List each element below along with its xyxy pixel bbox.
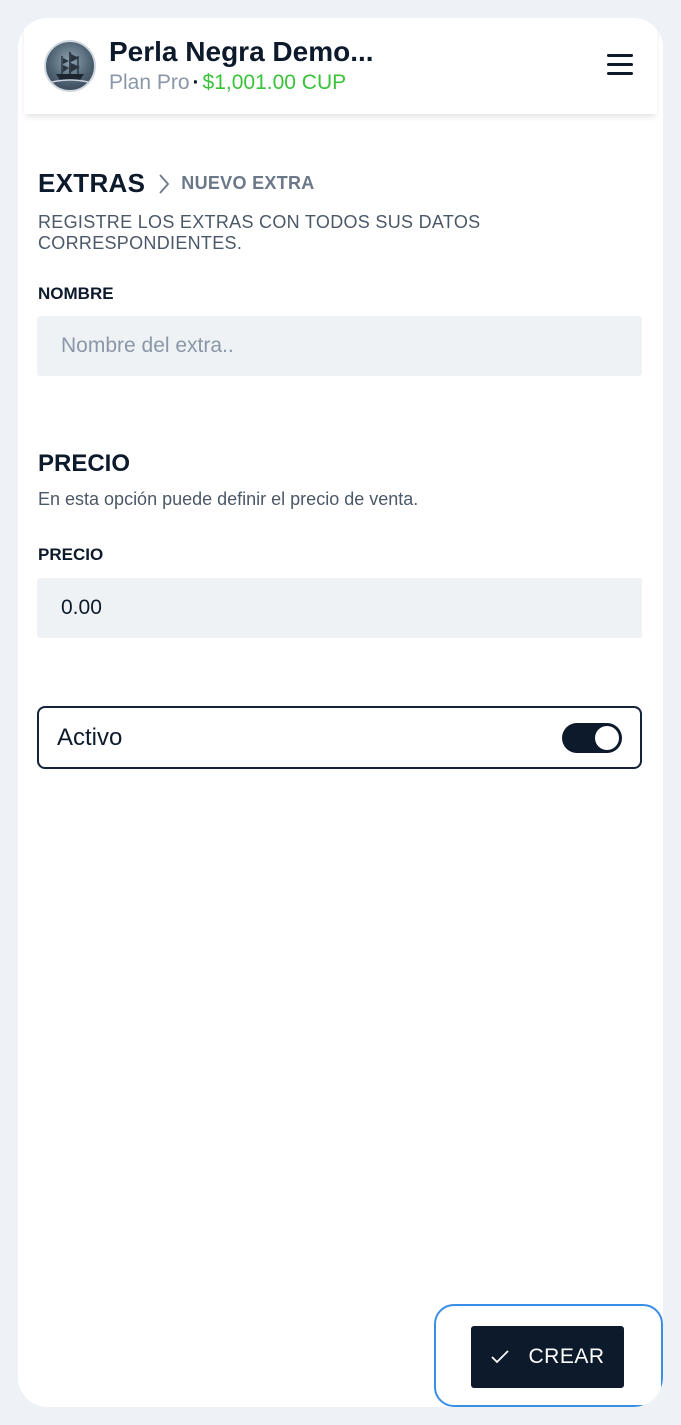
breadcrumb-current: NUEVO EXTRA (181, 173, 315, 193)
active-toggle-row[interactable]: Activo (37, 706, 642, 769)
app-frame: Perla Negra Demo... Plan Pro · $1,001.00 C… (18, 18, 663, 1407)
price-input[interactable] (37, 578, 642, 638)
hamburger-menu-icon[interactable] (607, 54, 633, 76)
plan-separator: · (192, 70, 200, 94)
store-avatar[interactable] (44, 40, 96, 92)
check-icon (491, 1350, 510, 1364)
name-input[interactable] (37, 316, 642, 376)
create-button[interactable]: CREAR (471, 1326, 624, 1388)
page-subtitle: REGISTRE LOS EXTRAS CON TODOS SUS DATOS … (38, 212, 481, 253)
plan-line: Plan Pro · $1,001.00 CUP (109, 69, 374, 97)
active-label: Activo (57, 723, 123, 751)
plan-name: Plan Pro (109, 70, 190, 94)
price-section-title: PRECIO (38, 450, 131, 477)
price-label: PRECIO (38, 545, 104, 564)
store-name: Perla Negra Demo... (109, 35, 374, 67)
switch-knob (595, 725, 619, 750)
create-button-label: CREAR (528, 1345, 605, 1368)
price-section-desc: En esta opción puede definir el precio d… (38, 489, 419, 509)
breadcrumb: EXTRAS NUEVO EXTRA (38, 168, 315, 199)
ship-logo-icon (51, 52, 89, 83)
breadcrumb-section[interactable]: EXTRAS (38, 168, 145, 199)
balance-amount: $1,001.00 CUP (202, 70, 347, 94)
chevron-right-icon (159, 173, 170, 194)
store-info: Perla Negra Demo... Plan Pro · $1,001.00 C… (109, 36, 374, 97)
name-label: NOMBRE (38, 284, 114, 303)
active-switch[interactable] (562, 722, 622, 753)
top-bar: Perla Negra Demo... Plan Pro · $1,001.00 C… (24, 18, 657, 114)
